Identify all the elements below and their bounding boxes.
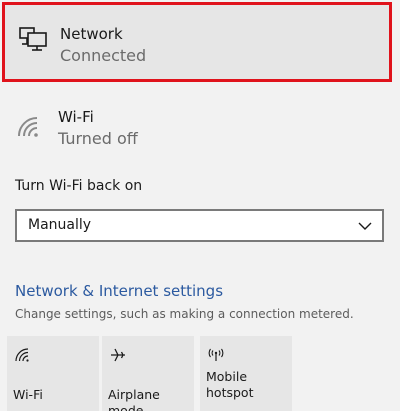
network-flyout: Network Connected Wi-Fi Turned off Turn … xyxy=(0,0,400,411)
chevron-down-icon xyxy=(358,222,372,230)
wifi-quick-action[interactable]: Wi-Fi xyxy=(7,336,99,411)
network-settings-description: Change settings, such as making a connec… xyxy=(15,307,354,321)
hotspot-icon xyxy=(208,348,224,361)
airplane-mode-label: Airplane mode xyxy=(108,387,160,411)
dropdown-selected-value: Manually xyxy=(28,217,92,233)
wifi-back-on-dropdown[interactable]: Manually xyxy=(15,209,384,242)
airplane-mode-quick-action[interactable]: Airplane mode xyxy=(102,336,194,411)
wifi-status: Turned off xyxy=(58,129,138,148)
wifi-title: Wi-Fi xyxy=(58,108,94,126)
mobile-hotspot-quick-action[interactable]: Mobile hotspot xyxy=(200,336,292,411)
network-title: Network xyxy=(60,25,123,43)
wifi-quick-action-label: Wi-Fi xyxy=(13,387,43,402)
wifi-back-on-label: Turn Wi-Fi back on xyxy=(15,178,143,194)
network-connection-item[interactable]: Network Connected xyxy=(2,2,392,82)
ethernet-monitor-icon xyxy=(19,27,47,51)
wifi-connection-item[interactable]: Wi-Fi Turned off xyxy=(2,98,392,158)
network-settings-link[interactable]: Network & Internet settings xyxy=(15,282,223,300)
wifi-off-icon xyxy=(18,117,38,137)
network-status: Connected xyxy=(60,46,147,65)
airplane-icon xyxy=(111,348,125,362)
wifi-icon xyxy=(15,348,29,362)
mobile-hotspot-label: Mobile hotspot xyxy=(206,369,254,400)
